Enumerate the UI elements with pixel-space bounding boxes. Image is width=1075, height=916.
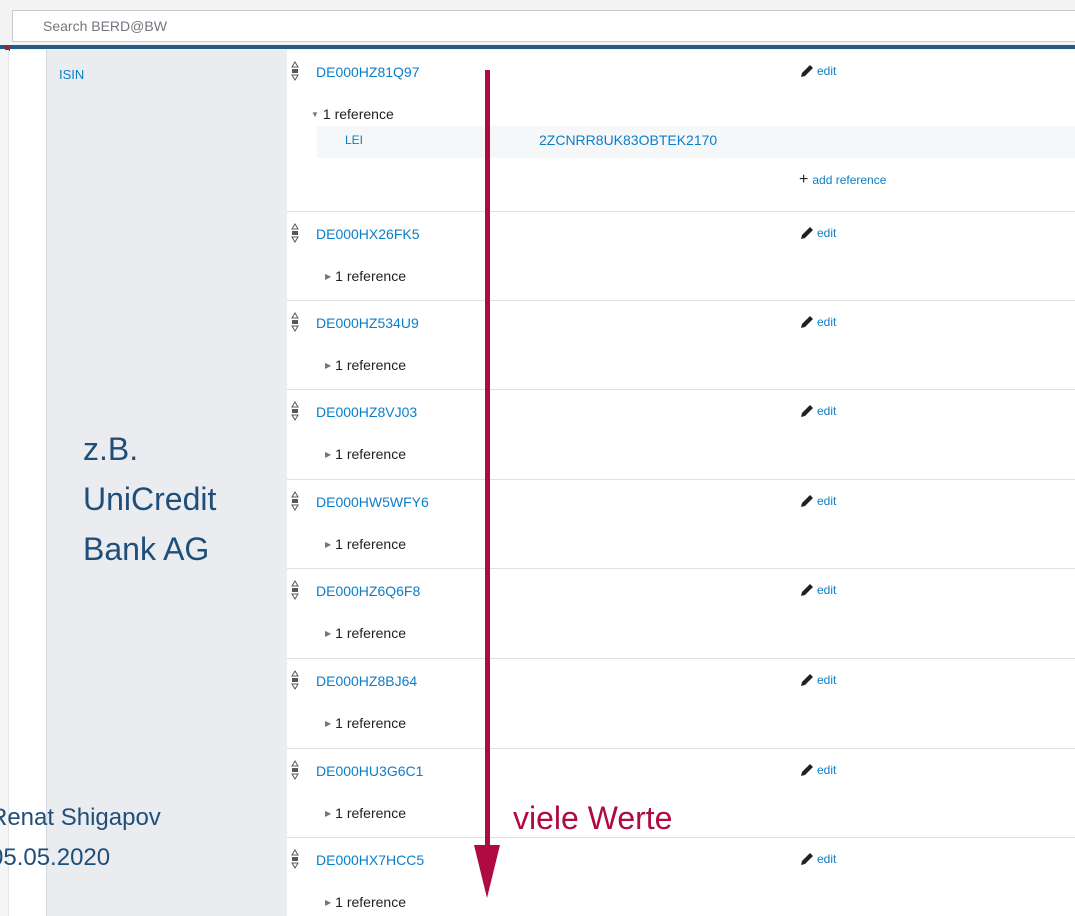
statement-row: DE000HZ6Q6F8 edit ▶ 1 reference bbox=[287, 569, 1075, 659]
values-note-annotation: viele Werte bbox=[513, 800, 673, 836]
statement-row: DE000HU3G6C1 edit ▶ 1 reference bbox=[287, 749, 1075, 838]
statement-value[interactable]: DE000HU3G6C1 bbox=[316, 763, 423, 779]
triangle-down-icon: ▼ bbox=[311, 109, 319, 119]
statement-value[interactable]: DE000HX26FK5 bbox=[316, 226, 420, 242]
edit-button[interactable]: edit bbox=[799, 582, 836, 598]
company-annotation: z.B. UniCredit Bank AG bbox=[83, 431, 217, 567]
add-reference-button[interactable]: + add reference bbox=[799, 171, 886, 188]
rank-normal-icon[interactable] bbox=[290, 849, 300, 869]
edit-button[interactable]: edit bbox=[799, 672, 836, 688]
reference-property[interactable]: LEI bbox=[345, 133, 363, 147]
pencil-icon bbox=[801, 316, 813, 328]
references-toggle[interactable]: ▶ 1 reference bbox=[325, 625, 406, 641]
references-toggle[interactable]: ▶ 1 reference bbox=[325, 357, 406, 373]
statement-row: DE000HX7HCC5 edit ▶ 1 reference bbox=[287, 838, 1075, 916]
rank-normal-icon[interactable] bbox=[290, 223, 300, 243]
pencil-icon bbox=[801, 584, 813, 596]
edit-button[interactable]: edit bbox=[799, 403, 836, 419]
rank-normal-icon[interactable] bbox=[290, 401, 300, 421]
references-toggle[interactable]: ▶ 1 reference bbox=[325, 894, 406, 910]
statement-value[interactable]: DE000HZ6Q6F8 bbox=[316, 583, 420, 599]
statement-value[interactable]: DE000HZ8BJ64 bbox=[316, 673, 417, 689]
references-toggle[interactable]: ▶ 1 reference bbox=[325, 715, 406, 731]
author-annotation: Renat Shigapov 05.05.2020 bbox=[0, 804, 161, 871]
triangle-right-icon: ▶ bbox=[325, 539, 332, 549]
rank-normal-icon[interactable] bbox=[290, 491, 300, 511]
triangle-right-icon: ▶ bbox=[325, 808, 332, 818]
pencil-icon bbox=[801, 853, 813, 865]
triangle-right-icon: ▶ bbox=[325, 897, 332, 907]
reference-value[interactable]: 2ZCNRR8UK83OBTEK2170 bbox=[539, 132, 717, 148]
statement-value[interactable]: DE000HZ81Q97 bbox=[316, 64, 420, 80]
property-label-isin[interactable]: ISIN bbox=[59, 67, 84, 82]
edit-button[interactable]: edit bbox=[799, 63, 836, 79]
pencil-icon bbox=[801, 764, 813, 776]
rank-normal-icon[interactable] bbox=[290, 61, 300, 81]
statement-row: DE000HZ8BJ64 edit ▶ 1 reference bbox=[287, 659, 1075, 749]
header-divider bbox=[0, 45, 1075, 49]
triangle-right-icon: ▶ bbox=[325, 449, 332, 459]
top-bar bbox=[0, 0, 1075, 50]
statement-value[interactable]: DE000HZ534U9 bbox=[316, 315, 419, 331]
statement-value[interactable]: DE000HW5WFY6 bbox=[316, 494, 429, 510]
statement-row: DE000HZ8VJ03 edit ▶ 1 reference bbox=[287, 390, 1075, 480]
statement-row: DE000HX26FK5 edit ▶ 1 reference bbox=[287, 212, 1075, 301]
triangle-right-icon: ▶ bbox=[325, 360, 332, 370]
search-input[interactable] bbox=[12, 10, 1075, 42]
rank-normal-icon[interactable] bbox=[290, 670, 300, 690]
plus-icon: + bbox=[799, 171, 809, 188]
triangle-right-icon: ▶ bbox=[325, 628, 332, 638]
statement-value[interactable]: DE000HZ8VJ03 bbox=[316, 404, 417, 420]
pencil-icon bbox=[801, 495, 813, 507]
rank-normal-icon[interactable] bbox=[290, 760, 300, 780]
triangle-right-icon: ▶ bbox=[325, 271, 332, 281]
statement-row: DE000HZ81Q97 edit ▼ 1 reference LEI 2ZCN… bbox=[287, 50, 1075, 212]
edit-button[interactable]: edit bbox=[799, 225, 836, 241]
pencil-icon bbox=[801, 227, 813, 239]
statement-value[interactable]: DE000HX7HCC5 bbox=[316, 852, 424, 868]
edit-button[interactable]: edit bbox=[799, 314, 836, 330]
reference-block: LEI 2ZCNRR8UK83OBTEK2170 bbox=[317, 126, 1075, 158]
references-toggle[interactable]: ▶ 1 reference bbox=[325, 536, 406, 552]
statement-row: DE000HW5WFY6 edit ▶ 1 reference bbox=[287, 480, 1075, 569]
pencil-icon bbox=[801, 674, 813, 686]
pencil-icon bbox=[801, 65, 813, 77]
references-toggle[interactable]: ▶ 1 reference bbox=[325, 268, 406, 284]
statement-row: DE000HZ534U9 edit ▶ 1 reference bbox=[287, 301, 1075, 390]
rank-normal-icon[interactable] bbox=[290, 312, 300, 332]
triangle-right-icon: ▶ bbox=[325, 718, 332, 728]
references-toggle[interactable]: ▼ 1 reference bbox=[311, 106, 394, 122]
references-toggle[interactable]: ▶ 1 reference bbox=[325, 805, 406, 821]
edit-button[interactable]: edit bbox=[799, 493, 836, 509]
edit-button[interactable]: edit bbox=[799, 762, 836, 778]
rank-normal-icon[interactable] bbox=[290, 580, 300, 600]
references-toggle[interactable]: ▶ 1 reference bbox=[325, 446, 406, 462]
edit-button[interactable]: edit bbox=[799, 851, 836, 867]
pencil-icon bbox=[801, 405, 813, 417]
down-arrow-icon bbox=[474, 70, 500, 898]
left-margin bbox=[0, 50, 9, 916]
